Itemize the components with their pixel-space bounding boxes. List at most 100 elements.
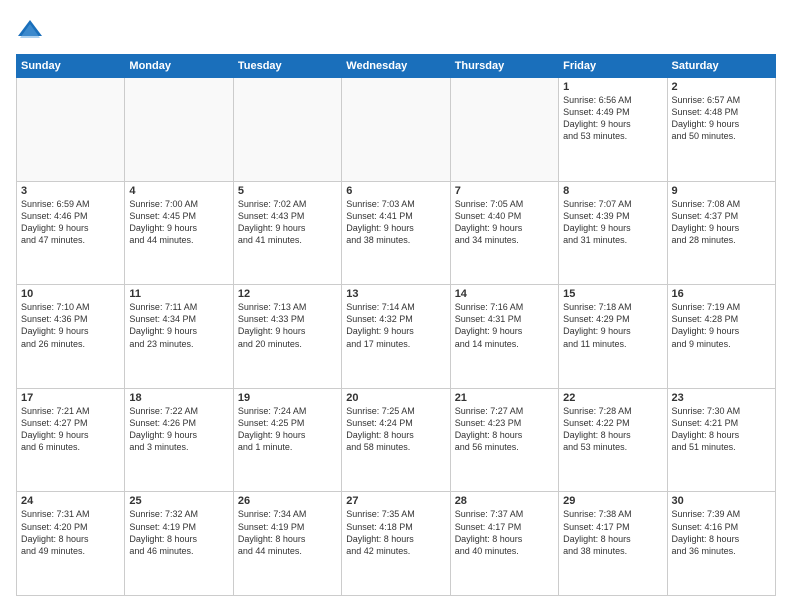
calendar-cell: 12Sunrise: 7:13 AM Sunset: 4:33 PM Dayli…: [233, 285, 341, 389]
calendar-cell: 7Sunrise: 7:05 AM Sunset: 4:40 PM Daylig…: [450, 181, 558, 285]
day-info: Sunrise: 6:59 AM Sunset: 4:46 PM Dayligh…: [21, 198, 120, 247]
day-info: Sunrise: 6:57 AM Sunset: 4:48 PM Dayligh…: [672, 94, 771, 143]
day-info: Sunrise: 7:31 AM Sunset: 4:20 PM Dayligh…: [21, 508, 120, 557]
day-number: 16: [672, 288, 771, 300]
day-number: 22: [563, 392, 662, 404]
day-info: Sunrise: 7:27 AM Sunset: 4:23 PM Dayligh…: [455, 405, 554, 454]
day-info: Sunrise: 7:21 AM Sunset: 4:27 PM Dayligh…: [21, 405, 120, 454]
calendar-cell: 30Sunrise: 7:39 AM Sunset: 4:16 PM Dayli…: [667, 492, 775, 596]
calendar-cell: 29Sunrise: 7:38 AM Sunset: 4:17 PM Dayli…: [559, 492, 667, 596]
day-info: Sunrise: 7:19 AM Sunset: 4:28 PM Dayligh…: [672, 301, 771, 350]
day-number: 21: [455, 392, 554, 404]
weekday-header-saturday: Saturday: [667, 55, 775, 78]
calendar-cell: 3Sunrise: 6:59 AM Sunset: 4:46 PM Daylig…: [17, 181, 125, 285]
day-number: 14: [455, 288, 554, 300]
day-number: 11: [129, 288, 228, 300]
week-row-4: 17Sunrise: 7:21 AM Sunset: 4:27 PM Dayli…: [17, 388, 776, 492]
weekday-header-row: SundayMondayTuesdayWednesdayThursdayFrid…: [17, 55, 776, 78]
day-info: Sunrise: 7:08 AM Sunset: 4:37 PM Dayligh…: [672, 198, 771, 247]
calendar-cell: 17Sunrise: 7:21 AM Sunset: 4:27 PM Dayli…: [17, 388, 125, 492]
calendar-cell: 5Sunrise: 7:02 AM Sunset: 4:43 PM Daylig…: [233, 181, 341, 285]
calendar-cell: 1Sunrise: 6:56 AM Sunset: 4:49 PM Daylig…: [559, 78, 667, 182]
calendar-cell: 24Sunrise: 7:31 AM Sunset: 4:20 PM Dayli…: [17, 492, 125, 596]
week-row-2: 3Sunrise: 6:59 AM Sunset: 4:46 PM Daylig…: [17, 181, 776, 285]
day-info: Sunrise: 7:24 AM Sunset: 4:25 PM Dayligh…: [238, 405, 337, 454]
calendar-cell: 11Sunrise: 7:11 AM Sunset: 4:34 PM Dayli…: [125, 285, 233, 389]
calendar-cell: 18Sunrise: 7:22 AM Sunset: 4:26 PM Dayli…: [125, 388, 233, 492]
day-info: Sunrise: 7:32 AM Sunset: 4:19 PM Dayligh…: [129, 508, 228, 557]
day-info: Sunrise: 7:28 AM Sunset: 4:22 PM Dayligh…: [563, 405, 662, 454]
day-info: Sunrise: 7:07 AM Sunset: 4:39 PM Dayligh…: [563, 198, 662, 247]
calendar-cell: 27Sunrise: 7:35 AM Sunset: 4:18 PM Dayli…: [342, 492, 450, 596]
logo-icon: [16, 16, 44, 44]
calendar-cell: 21Sunrise: 7:27 AM Sunset: 4:23 PM Dayli…: [450, 388, 558, 492]
calendar-cell: 16Sunrise: 7:19 AM Sunset: 4:28 PM Dayli…: [667, 285, 775, 389]
day-info: Sunrise: 6:56 AM Sunset: 4:49 PM Dayligh…: [563, 94, 662, 143]
day-number: 9: [672, 185, 771, 197]
day-info: Sunrise: 7:30 AM Sunset: 4:21 PM Dayligh…: [672, 405, 771, 454]
week-row-5: 24Sunrise: 7:31 AM Sunset: 4:20 PM Dayli…: [17, 492, 776, 596]
day-info: Sunrise: 7:13 AM Sunset: 4:33 PM Dayligh…: [238, 301, 337, 350]
day-number: 23: [672, 392, 771, 404]
calendar-cell: 2Sunrise: 6:57 AM Sunset: 4:48 PM Daylig…: [667, 78, 775, 182]
day-number: 17: [21, 392, 120, 404]
header: [16, 16, 776, 44]
calendar-cell: 22Sunrise: 7:28 AM Sunset: 4:22 PM Dayli…: [559, 388, 667, 492]
calendar-cell: 13Sunrise: 7:14 AM Sunset: 4:32 PM Dayli…: [342, 285, 450, 389]
day-info: Sunrise: 7:38 AM Sunset: 4:17 PM Dayligh…: [563, 508, 662, 557]
day-info: Sunrise: 7:34 AM Sunset: 4:19 PM Dayligh…: [238, 508, 337, 557]
calendar-cell: 20Sunrise: 7:25 AM Sunset: 4:24 PM Dayli…: [342, 388, 450, 492]
page: SundayMondayTuesdayWednesdayThursdayFrid…: [0, 0, 792, 612]
day-number: 18: [129, 392, 228, 404]
day-number: 19: [238, 392, 337, 404]
day-number: 2: [672, 81, 771, 93]
calendar-cell: 23Sunrise: 7:30 AM Sunset: 4:21 PM Dayli…: [667, 388, 775, 492]
day-info: Sunrise: 7:39 AM Sunset: 4:16 PM Dayligh…: [672, 508, 771, 557]
weekday-header-thursday: Thursday: [450, 55, 558, 78]
week-row-1: 1Sunrise: 6:56 AM Sunset: 4:49 PM Daylig…: [17, 78, 776, 182]
calendar-cell: 10Sunrise: 7:10 AM Sunset: 4:36 PM Dayli…: [17, 285, 125, 389]
weekday-header-friday: Friday: [559, 55, 667, 78]
calendar-cell: 6Sunrise: 7:03 AM Sunset: 4:41 PM Daylig…: [342, 181, 450, 285]
calendar-cell: [233, 78, 341, 182]
weekday-header-sunday: Sunday: [17, 55, 125, 78]
calendar-cell: 15Sunrise: 7:18 AM Sunset: 4:29 PM Dayli…: [559, 285, 667, 389]
day-info: Sunrise: 7:11 AM Sunset: 4:34 PM Dayligh…: [129, 301, 228, 350]
calendar-cell: 9Sunrise: 7:08 AM Sunset: 4:37 PM Daylig…: [667, 181, 775, 285]
day-number: 10: [21, 288, 120, 300]
day-number: 6: [346, 185, 445, 197]
weekday-header-monday: Monday: [125, 55, 233, 78]
logo: [16, 16, 48, 44]
calendar-cell: 25Sunrise: 7:32 AM Sunset: 4:19 PM Dayli…: [125, 492, 233, 596]
day-info: Sunrise: 7:25 AM Sunset: 4:24 PM Dayligh…: [346, 405, 445, 454]
calendar-cell: 14Sunrise: 7:16 AM Sunset: 4:31 PM Dayli…: [450, 285, 558, 389]
day-info: Sunrise: 7:18 AM Sunset: 4:29 PM Dayligh…: [563, 301, 662, 350]
day-number: 1: [563, 81, 662, 93]
weekday-header-tuesday: Tuesday: [233, 55, 341, 78]
day-number: 3: [21, 185, 120, 197]
day-info: Sunrise: 7:00 AM Sunset: 4:45 PM Dayligh…: [129, 198, 228, 247]
day-info: Sunrise: 7:16 AM Sunset: 4:31 PM Dayligh…: [455, 301, 554, 350]
day-number: 7: [455, 185, 554, 197]
calendar-cell: [17, 78, 125, 182]
day-number: 26: [238, 495, 337, 507]
day-info: Sunrise: 7:37 AM Sunset: 4:17 PM Dayligh…: [455, 508, 554, 557]
weekday-header-wednesday: Wednesday: [342, 55, 450, 78]
calendar-cell: [450, 78, 558, 182]
day-number: 27: [346, 495, 445, 507]
calendar-cell: 19Sunrise: 7:24 AM Sunset: 4:25 PM Dayli…: [233, 388, 341, 492]
day-number: 28: [455, 495, 554, 507]
day-number: 29: [563, 495, 662, 507]
day-number: 30: [672, 495, 771, 507]
day-info: Sunrise: 7:02 AM Sunset: 4:43 PM Dayligh…: [238, 198, 337, 247]
calendar-cell: [342, 78, 450, 182]
day-number: 20: [346, 392, 445, 404]
day-number: 8: [563, 185, 662, 197]
calendar-cell: 4Sunrise: 7:00 AM Sunset: 4:45 PM Daylig…: [125, 181, 233, 285]
calendar-cell: 8Sunrise: 7:07 AM Sunset: 4:39 PM Daylig…: [559, 181, 667, 285]
day-info: Sunrise: 7:03 AM Sunset: 4:41 PM Dayligh…: [346, 198, 445, 247]
day-number: 25: [129, 495, 228, 507]
day-info: Sunrise: 7:35 AM Sunset: 4:18 PM Dayligh…: [346, 508, 445, 557]
day-info: Sunrise: 7:10 AM Sunset: 4:36 PM Dayligh…: [21, 301, 120, 350]
calendar: SundayMondayTuesdayWednesdayThursdayFrid…: [16, 54, 776, 596]
